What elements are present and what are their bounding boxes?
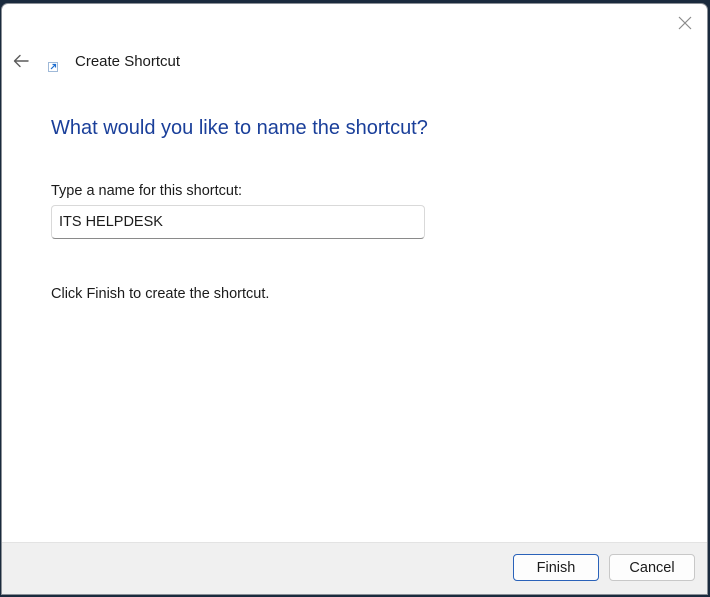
window-title: Create Shortcut bbox=[75, 53, 181, 70]
close-icon bbox=[678, 16, 692, 30]
back-button[interactable] bbox=[7, 48, 35, 74]
back-arrow-icon bbox=[13, 54, 29, 68]
page-heading: What would you like to name the shortcut… bbox=[51, 117, 428, 139]
create-shortcut-dialog: Create Shortcut What would you like to n… bbox=[1, 3, 708, 595]
finish-instruction: Click Finish to create the shortcut. bbox=[51, 286, 270, 302]
dialog-footer: Finish Cancel bbox=[2, 542, 707, 594]
finish-button[interactable]: Finish bbox=[513, 554, 599, 581]
shortcut-name-input[interactable] bbox=[51, 205, 425, 239]
shortcut-name-label: Type a name for this shortcut: bbox=[51, 183, 243, 199]
close-button[interactable] bbox=[671, 10, 699, 36]
shortcut-icon bbox=[48, 62, 58, 72]
cancel-button[interactable]: Cancel bbox=[609, 554, 695, 581]
